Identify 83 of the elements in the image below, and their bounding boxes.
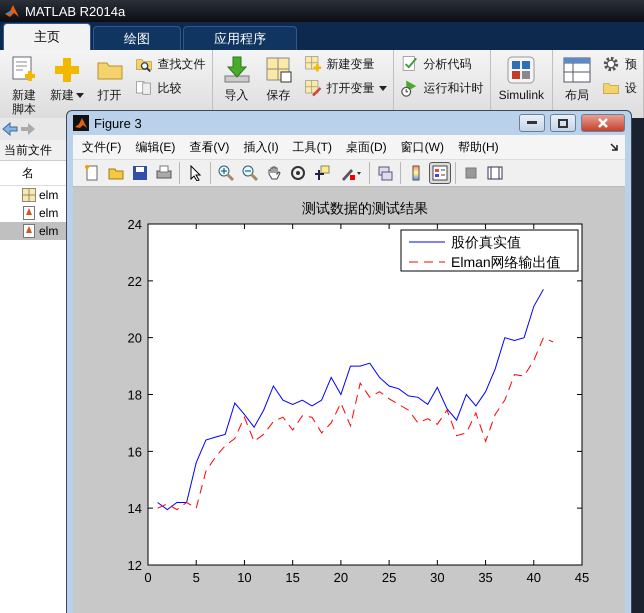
document-icon	[22, 224, 36, 238]
window-title: Figure 3	[94, 116, 143, 130]
ribbon-button[interactable]: 新建变量	[302, 54, 387, 74]
menu-item[interactable]: 插入(I)	[238, 136, 284, 158]
ribbon-tab[interactable]: 应用程序	[183, 26, 297, 50]
back-arrow-icon[interactable]	[2, 122, 18, 136]
menu-item[interactable]: 编辑(E)	[130, 136, 180, 158]
tick-label: 35	[478, 570, 493, 585]
legend-label: 股价真实值	[451, 234, 521, 250]
hand-icon	[266, 165, 282, 181]
caret-icon	[76, 93, 84, 98]
ribbon-button[interactable]: 运行和计时	[400, 78, 484, 98]
tick-label: 20	[334, 570, 348, 585]
caret-icon	[356, 172, 360, 174]
legend-icon	[432, 165, 448, 181]
maximize-icon	[558, 118, 568, 128]
tick-label: 24	[128, 217, 142, 232]
tick-label: 45	[574, 570, 590, 585]
close-button[interactable]	[581, 114, 625, 132]
menu-item[interactable]: 查看(V)	[184, 136, 234, 158]
ribbon-tab[interactable]: 主页	[3, 23, 91, 50]
data-cursor-icon	[314, 165, 330, 181]
ribbon-button[interactable]: 预	[601, 54, 637, 74]
window-panels-icon	[487, 165, 503, 181]
peak-logo-icon	[4, 3, 20, 19]
ribbon-button[interactable]: 布局	[559, 54, 595, 102]
menu-item[interactable]: 帮助(H)	[452, 136, 504, 158]
column-header[interactable]: 名	[22, 164, 34, 182]
tick-label: 20	[128, 330, 142, 346]
ribbon-button[interactable]: 打开变量	[302, 78, 387, 98]
menu-item[interactable]: 文件(F)	[77, 136, 126, 158]
ribbon-button[interactable]: 导入	[218, 54, 255, 102]
ribbon-button[interactable]: Simulink	[496, 54, 546, 102]
ribbon-button[interactable]: 新建	[48, 54, 86, 102]
file-row[interactable]: elm	[0, 186, 70, 204]
tick-label: 14	[128, 501, 142, 516]
menu-item[interactable]: 窗口(W)	[396, 136, 449, 158]
ribbon-button[interactable]: 比较	[134, 78, 206, 98]
menu-item[interactable]: 工具(T)	[288, 136, 337, 158]
caret-icon	[378, 86, 387, 90]
block-diagram-icon	[505, 54, 538, 86]
zoom-out-icon	[242, 165, 258, 181]
tick-label: 5	[192, 570, 200, 585]
minimize-button[interactable]	[519, 114, 545, 132]
tick-label: 40	[526, 570, 541, 585]
chart-title: 测试数据的测试结果	[302, 200, 428, 216]
tick-label: 10	[237, 570, 252, 585]
settings-icon	[601, 54, 621, 74]
dock-arrow-icon[interactable]	[610, 142, 619, 152]
tick-label: 30	[430, 570, 445, 585]
tick-label: 25	[382, 570, 396, 585]
close-icon	[598, 118, 608, 128]
file-row[interactable]: elm	[0, 204, 70, 222]
grid-icon	[22, 188, 36, 202]
document-icon	[22, 206, 36, 220]
ribbon-button[interactable]: 新建脚本	[6, 54, 42, 116]
legend-label: Elman网络输出值	[451, 254, 561, 270]
tick-label: 15	[285, 570, 300, 585]
zoom-in-icon	[218, 165, 234, 181]
tick-label: 16	[128, 444, 142, 460]
new-document-icon	[84, 165, 100, 181]
tick-label: 18	[128, 388, 142, 402]
printer-icon	[156, 165, 172, 181]
ribbon-button[interactable]: 设	[601, 78, 637, 98]
ribbon-tab[interactable]: 绘图	[93, 26, 181, 50]
peak-logo-icon	[73, 115, 89, 131]
ribbon-button[interactable]: 保存	[260, 54, 297, 102]
grid-pencil-icon	[302, 78, 323, 98]
square-icon	[463, 165, 479, 181]
tick-label: 12	[128, 558, 142, 573]
toolbar-button[interactable]	[429, 162, 451, 184]
minimize-icon	[527, 121, 537, 125]
ribbon-button[interactable]: 查找文件	[134, 54, 206, 74]
ribbon-button[interactable]: 分析代码	[400, 54, 484, 74]
ribbon-button[interactable]: 打开	[92, 54, 128, 102]
app-title: MATLAB R2014a	[25, 4, 126, 18]
tick-label: 0	[144, 570, 152, 585]
grid-plus-icon	[302, 54, 323, 74]
link-icon	[377, 165, 393, 181]
maximize-button[interactable]	[550, 114, 576, 132]
tick-label: 22	[128, 274, 142, 289]
menu-item[interactable]: 桌面(D)	[340, 136, 392, 158]
panel-title: 当前文件	[4, 142, 52, 158]
